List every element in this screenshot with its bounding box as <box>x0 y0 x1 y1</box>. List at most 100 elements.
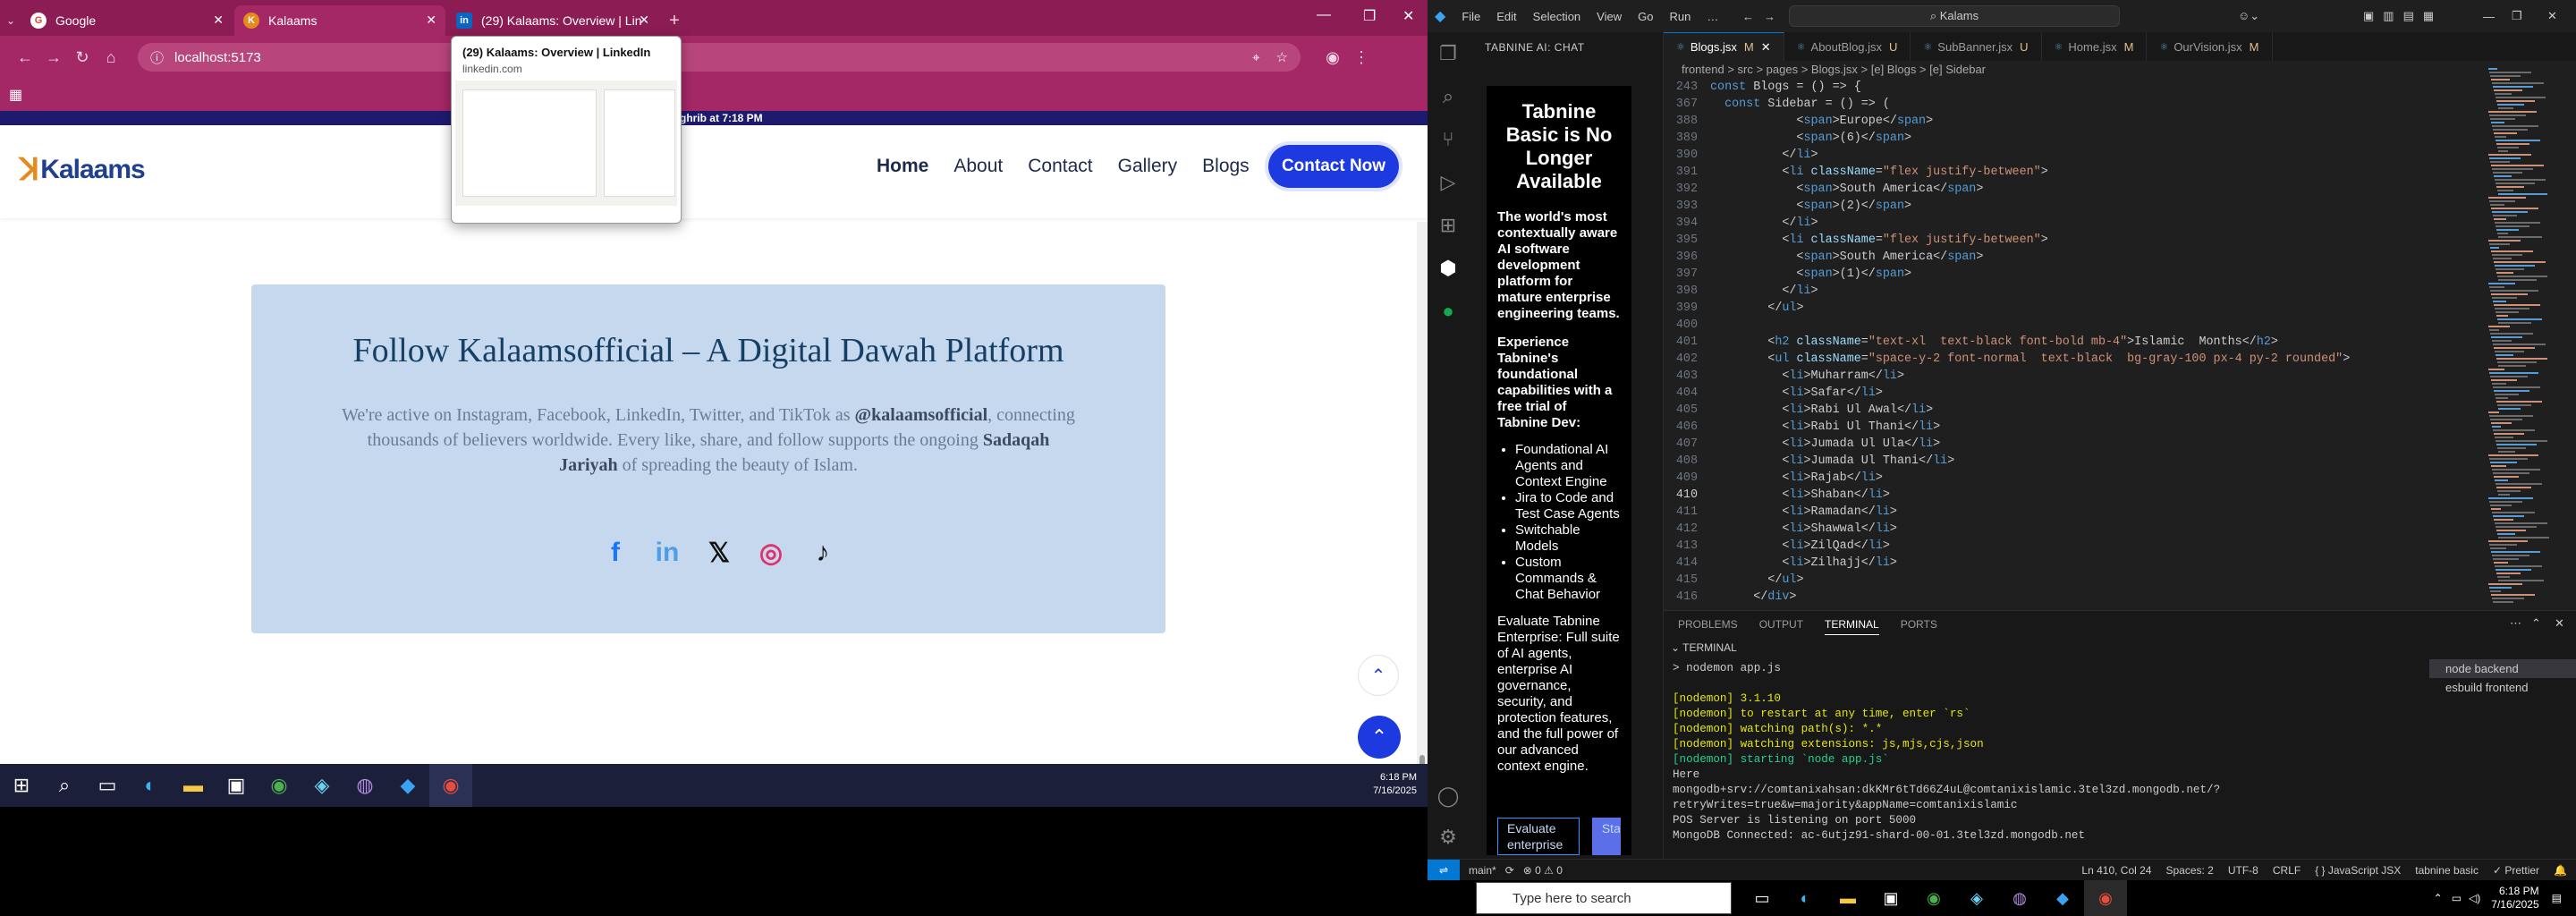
task-view-icon[interactable]: ▭ <box>86 764 129 807</box>
maximize-icon[interactable]: ❐ <box>1363 7 1376 25</box>
terminal-output[interactable]: > nodemon app.js [nodemon] 3.1.10 [nodemo… <box>1673 661 2388 844</box>
back-icon[interactable]: ← <box>11 43 39 72</box>
code-line[interactable]: 391 <li className="flex justify-between"… <box>1664 164 2576 181</box>
code-line[interactable]: 414 <li>Zilhajj</li> <box>1664 555 2576 572</box>
file-explorer-icon[interactable]: ▬ <box>1826 880 1869 916</box>
clock[interactable]: 6:18 PM 7/16/2025 <box>2491 885 2538 912</box>
code-line[interactable]: 407 <li>Jumada Ul Ula</li> <box>1664 436 2576 453</box>
code-line[interactable]: 402 <ul className="space-y-2 font-normal… <box>1664 351 2576 368</box>
cursor-position[interactable]: Ln 410, Col 24 <box>2081 864 2151 877</box>
breadcrumb[interactable]: frontend > src > pages > Blogs.jsx > [e]… <box>1682 63 1986 76</box>
code-line[interactable]: 403 <li>Muharram</li> <box>1664 368 2576 385</box>
menu-selection[interactable]: Selection <box>1533 10 1580 23</box>
edge-icon[interactable]: ◐ <box>129 764 172 807</box>
search-icon[interactable]: ⌕ <box>1428 75 1469 118</box>
sync-icon[interactable]: ⟳ <box>1505 864 1514 877</box>
network-icon[interactable]: ▭ <box>2452 892 2462 904</box>
linkedin-icon[interactable]: in <box>641 535 693 571</box>
close-icon[interactable]: ✕ <box>639 13 649 28</box>
contact-now-button[interactable]: Contact Now <box>1268 145 1399 188</box>
terminal-esbuild[interactable]: esbuild frontend <box>2429 678 2576 697</box>
extensions-icon[interactable]: ⊞ <box>1428 204 1469 247</box>
nav-blogs[interactable]: Blogs <box>1202 156 1250 177</box>
menu-run[interactable]: Run <box>1669 10 1690 23</box>
close-window-icon[interactable]: ✕ <box>2547 9 2557 23</box>
remote-icon[interactable]: ⇌ <box>1428 859 1460 881</box>
code-line[interactable]: 412 <li>Shawwal</li> <box>1664 521 2576 538</box>
tiktok-icon[interactable]: ♪ <box>797 535 849 571</box>
explorer-icon[interactable]: ❐ <box>1428 32 1469 75</box>
code-line[interactable]: 401 <h2 className="text-xl text-black fo… <box>1664 334 2576 351</box>
chrome-icon[interactable]: ◉ <box>1912 880 1955 916</box>
source-control-icon[interactable]: ⑂ <box>1428 118 1469 161</box>
close-icon[interactable]: ✕ <box>213 13 224 28</box>
editor-tab[interactable]: ⚛ Home.jsx M <box>2042 32 2148 61</box>
command-center-search[interactable]: ⌕ Kalams <box>1789 5 2120 27</box>
code-line[interactable]: 398 </li> <box>1664 283 2576 300</box>
menu-view[interactable]: View <box>1597 10 1622 23</box>
code-line[interactable]: 388 <span>Europe</span> <box>1664 113 2576 130</box>
tab-linkedin[interactable]: in (29) Kalaams: Overview | LinkedI ✕ <box>447 5 658 36</box>
editor-tab[interactable]: ⚛ OurVision.jsx M <box>2147 32 2273 61</box>
task-view-icon[interactable]: ▭ <box>1741 880 1784 916</box>
code-line[interactable]: 404 <li>Safar</li> <box>1664 385 2576 402</box>
code-line[interactable]: 405 <li>Rabi Ul Awal</li> <box>1664 402 2576 419</box>
menu-go[interactable]: Go <box>1638 10 1653 23</box>
minimap[interactable] <box>2485 68 2574 605</box>
location-icon[interactable]: ⌖ <box>1252 50 1259 65</box>
encoding[interactable]: UTF-8 <box>2228 864 2258 877</box>
facebook-icon[interactable]: f <box>589 535 641 571</box>
close-icon[interactable]: ✕ <box>1761 40 1771 55</box>
code-line[interactable]: 389 <span>(6)</span> <box>1664 130 2576 147</box>
nav-gallery[interactable]: Gallery <box>1118 156 1178 177</box>
tab-kalaams[interactable]: K Kalaams ✕ <box>234 5 445 36</box>
code-line[interactable]: 394 </li> <box>1664 215 2576 232</box>
tab-search-icon[interactable]: ⌄ <box>0 5 21 36</box>
tab-output[interactable]: OUTPUT <box>1759 618 1803 635</box>
run-debug-icon[interactable]: ▷ <box>1428 161 1469 204</box>
editor-tab[interactable]: ⚛ AboutBlog.jsx U <box>1784 32 1911 61</box>
tabnine-icon[interactable]: ⬢ <box>1428 247 1469 290</box>
code-line[interactable]: 400 <box>1664 317 2576 334</box>
file-explorer-icon[interactable]: ▬ <box>172 764 215 807</box>
close-panel-icon[interactable]: ✕ <box>2555 616 2564 631</box>
nav-contact[interactable]: Contact <box>1028 156 1092 177</box>
language-mode[interactable]: { } JavaScript JSX <box>2315 864 2401 877</box>
close-window-icon[interactable]: ✕ <box>1402 7 1414 25</box>
mongodb-icon[interactable]: ● <box>1428 290 1469 333</box>
menu-kebab-icon[interactable]: ⋮ <box>1347 43 1376 72</box>
code-line[interactable]: 367 const Sidebar = () => ( <box>1664 96 2576 113</box>
profile-icon[interactable]: ◉ <box>1318 43 1347 72</box>
account-icon[interactable]: ◯ <box>1428 775 1469 818</box>
apps-grid-icon[interactable]: ▦ <box>9 86 22 104</box>
forward-icon[interactable]: → <box>39 43 68 72</box>
nav-about[interactable]: About <box>953 156 1003 177</box>
site-logo[interactable]: ꓘ Kalaams <box>20 152 146 188</box>
store-icon[interactable]: ▣ <box>1869 880 1912 916</box>
home-icon[interactable]: ⌂ <box>97 43 125 72</box>
start-dev-trial-button[interactable]: Start your Dev trial <box>1591 818 1622 855</box>
notification-icon[interactable]: ▤ <box>2552 892 2562 904</box>
code-line[interactable]: 408 <li>Jumada Ul Thani</li> <box>1664 453 2576 470</box>
code-line[interactable]: 416 </div> <box>1664 589 2576 606</box>
tabnine-status[interactable]: tabnine basic <box>2415 864 2479 877</box>
editor-tab[interactable]: ⚛ SubBanner.jsx U <box>1911 32 2042 61</box>
tab-google[interactable]: G Google ✕ <box>21 5 233 36</box>
chrome-active-icon[interactable]: ◉ <box>2084 880 2127 916</box>
code-line[interactable]: 399 </ul> <box>1664 300 2576 317</box>
forward-icon[interactable]: → <box>1764 10 1775 23</box>
url-bar[interactable]: ⓘ localhost:5173 ⌖ ☆ <box>138 43 1301 72</box>
close-icon[interactable]: ✕ <box>426 13 436 28</box>
app-icon[interactable]: ◈ <box>1955 880 1998 916</box>
code-line[interactable]: 411 <li>Ramadan</li> <box>1664 504 2576 521</box>
windows-search-box[interactable]: Type here to search <box>1476 882 1732 914</box>
code-line[interactable]: 406 <li>Rabi Ul Thani</li> <box>1664 419 2576 436</box>
prettier-status[interactable]: ✓ Prettier <box>2493 864 2539 877</box>
volume-icon[interactable]: ◁) <box>2469 892 2480 904</box>
edge-icon[interactable]: ◐ <box>1784 880 1826 916</box>
code-line[interactable]: 390 </li> <box>1664 147 2576 164</box>
scroll-to-top-button[interactable]: ⌃ <box>1358 716 1401 759</box>
site-info-icon[interactable]: ⓘ <box>150 48 164 67</box>
search-icon[interactable]: ⌕ <box>43 764 86 807</box>
code-line[interactable]: 393 <span>(2)</span> <box>1664 198 2576 215</box>
